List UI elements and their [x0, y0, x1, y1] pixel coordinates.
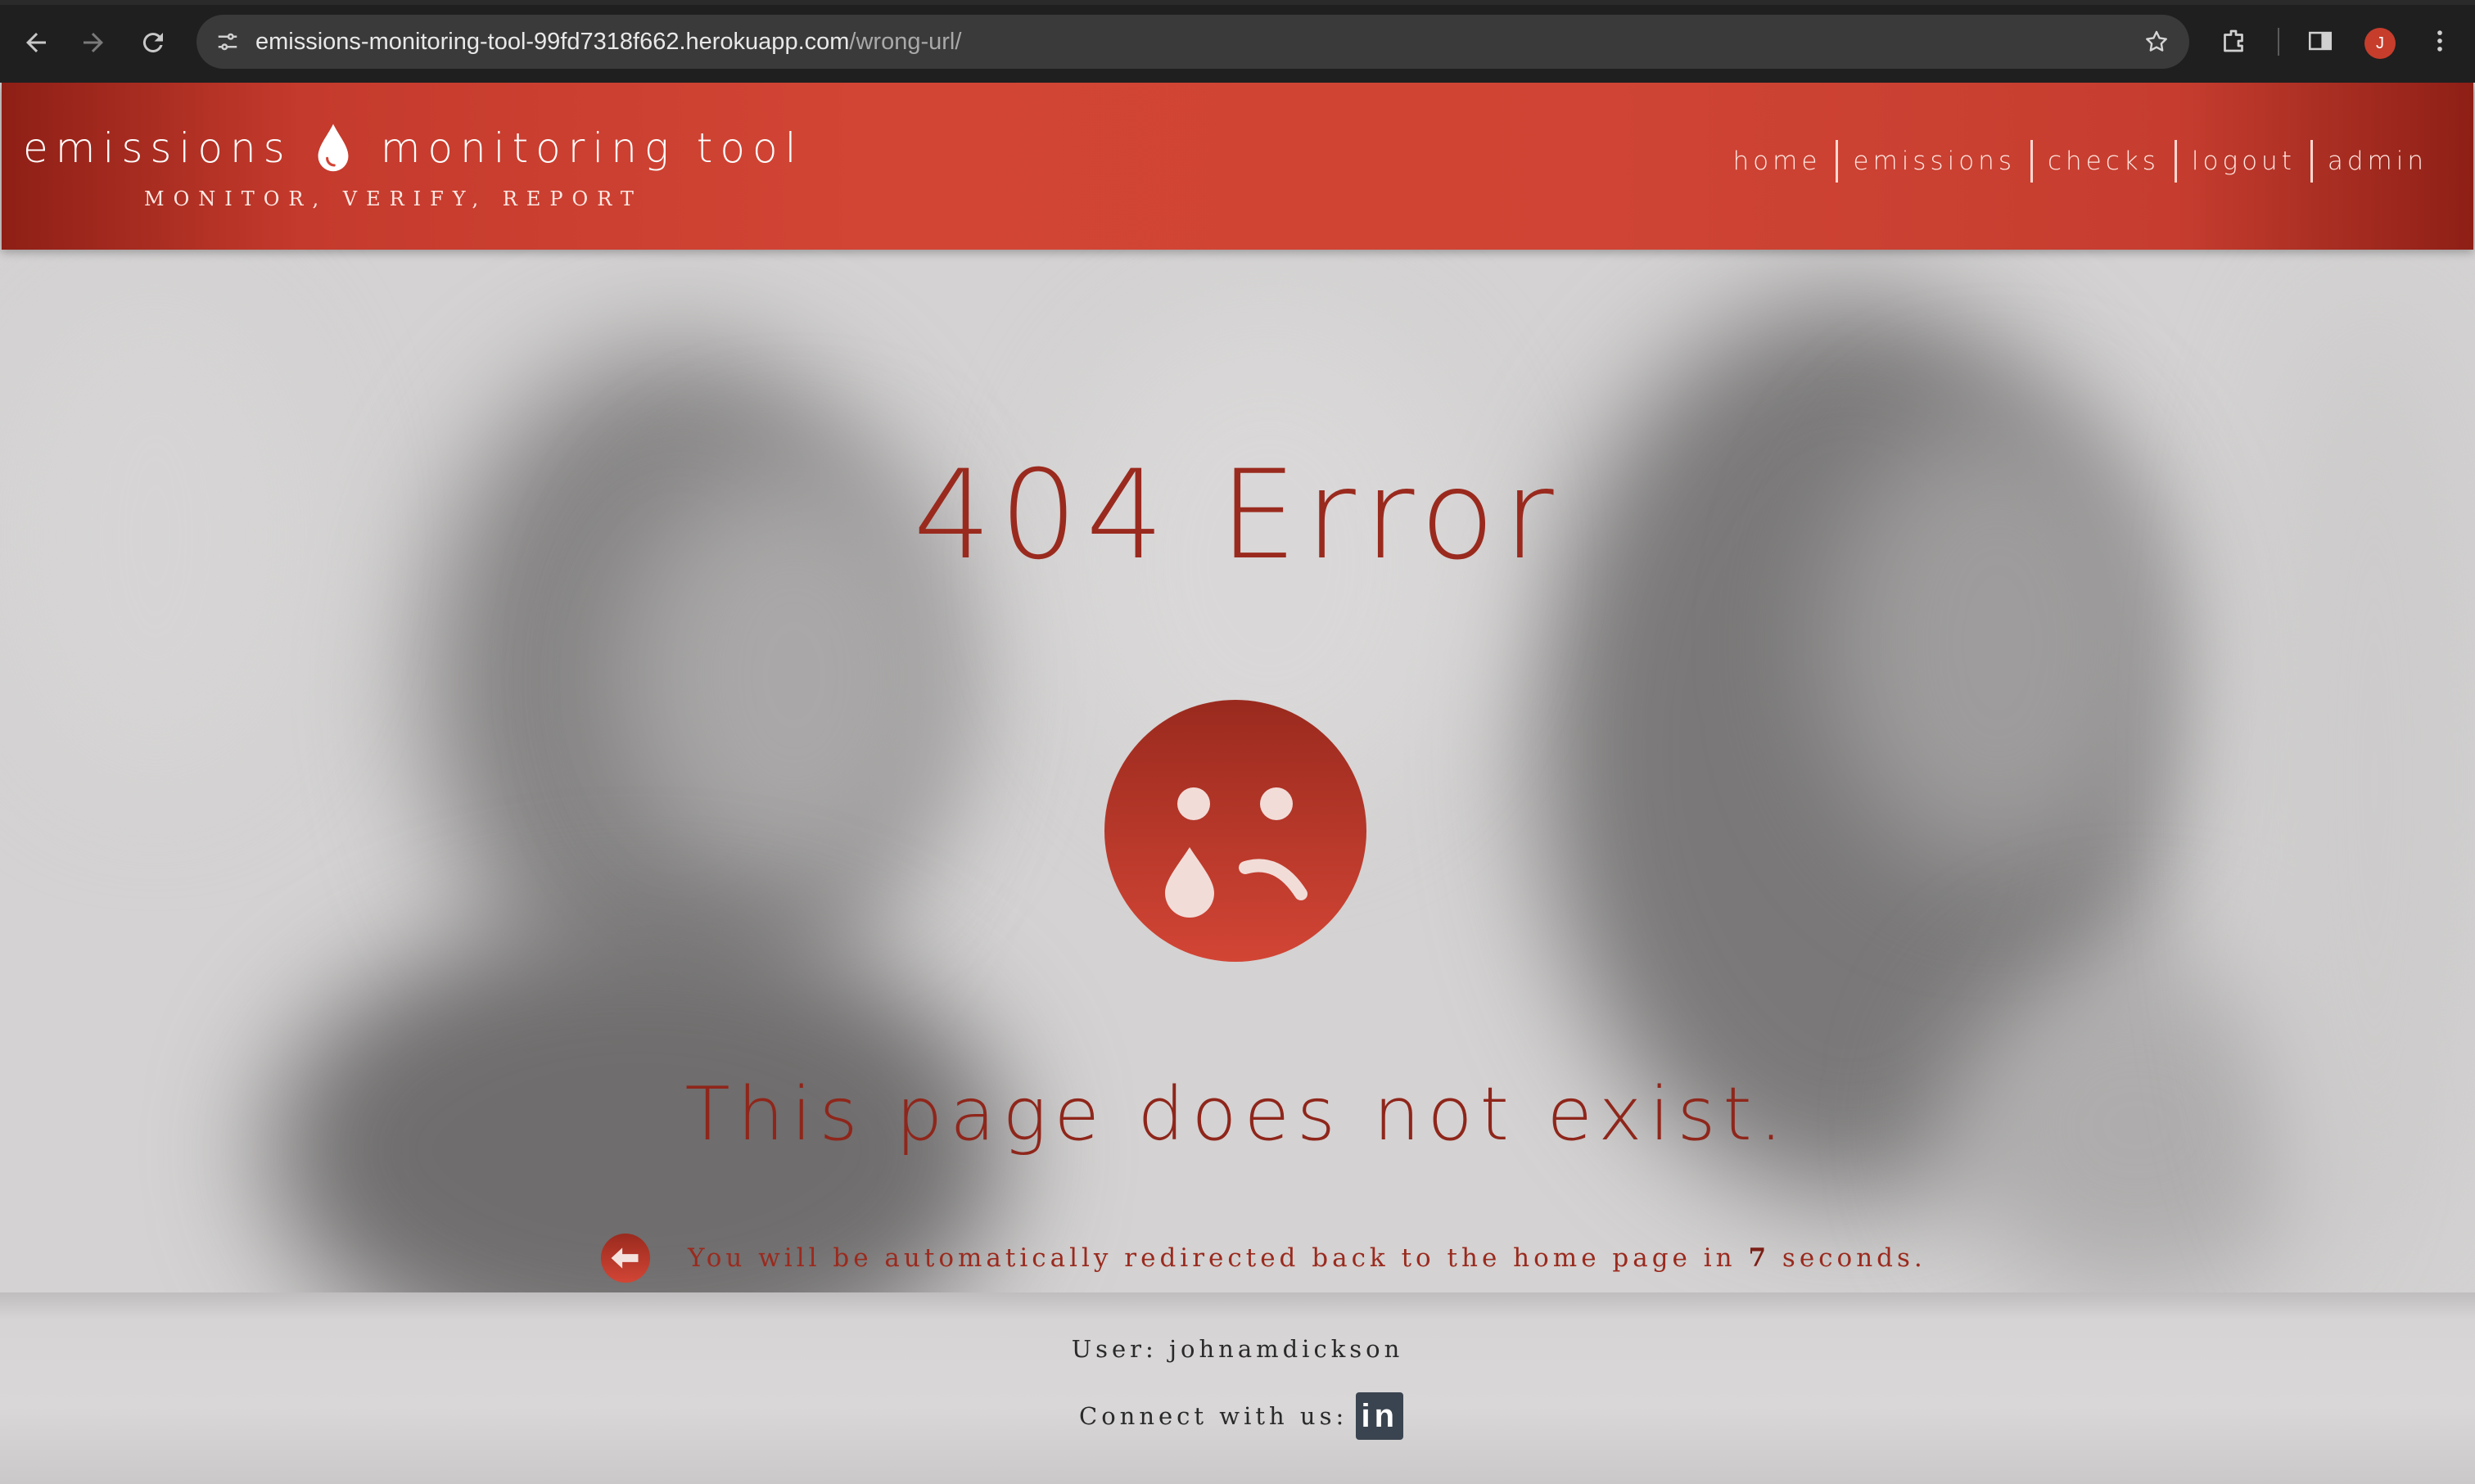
extensions-icon[interactable] — [2211, 18, 2256, 64]
page-viewport: emissions monitoring tool MONITOR, VERIF… — [0, 83, 2475, 1484]
url-host: emissions-monitoring-tool-99fd7318f662.h… — [255, 29, 850, 55]
tab-strip-edge — [0, 0, 2475, 5]
site-footer: User: johnamdickson Connect with us: in — [0, 1292, 2475, 1484]
redirect-text-after: seconds. — [1770, 1243, 1926, 1273]
error-content: 404 Error This page does not exist. You … — [0, 250, 2475, 1376]
footer-user: User: johnamdickson — [1071, 1335, 1404, 1363]
error-message: This page does not exist. — [684, 1071, 1791, 1157]
circle-arrow-left-icon[interactable] — [600, 1233, 651, 1283]
nav-emissions[interactable]: emissions — [1838, 140, 2030, 183]
nav-logout[interactable]: logout — [2177, 140, 2310, 183]
droplet-logo-icon — [310, 120, 356, 177]
site-header: emissions monitoring tool MONITOR, VERIF… — [2, 83, 2473, 250]
crying-face-icon — [1104, 700, 1366, 962]
forward-button[interactable] — [69, 18, 118, 67]
site-brand[interactable]: emissions monitoring tool — [23, 115, 803, 181]
back-button[interactable] — [11, 18, 61, 67]
footer-connect: Connect with us: in — [1079, 1392, 1404, 1440]
url-path: /wrong-url/ — [849, 29, 962, 55]
menu-kebab-icon[interactable] — [2417, 18, 2463, 64]
error-title: 404 Error — [913, 444, 1562, 587]
side-panel-icon[interactable] — [2297, 18, 2343, 64]
arrow-right-icon — [84, 33, 103, 52]
profile-avatar[interactable]: J — [2364, 28, 2396, 59]
toolbar-separator — [2278, 28, 2279, 56]
redirect-countdown: 7 — [1748, 1243, 1771, 1273]
nav-checks[interactable]: checks — [2033, 140, 2175, 183]
brand-text-left: emissions — [23, 124, 292, 172]
linkedin-icon[interactable]: in — [1356, 1392, 1404, 1440]
redirect-text: You will be automatically redirected bac… — [688, 1243, 1926, 1273]
site-info-icon[interactable] — [211, 25, 244, 58]
reload-icon — [142, 33, 163, 53]
browser-toolbar: emissions-monitoring-tool-99fd7318f662.h… — [0, 0, 2475, 83]
nav-admin[interactable]: admin — [2313, 140, 2442, 183]
connect-label: Connect with us: — [1079, 1402, 1348, 1430]
reload-button[interactable] — [129, 18, 178, 67]
url-text: emissions-monitoring-tool-99fd7318f662.h… — [255, 15, 961, 69]
address-bar[interactable]: emissions-monitoring-tool-99fd7318f662.h… — [196, 15, 2189, 69]
main-nav: home emissions checks logout admin — [1718, 140, 2442, 183]
redirect-notice: You will be automatically redirected bac… — [600, 1232, 1926, 1284]
bookmark-star-icon[interactable] — [2140, 25, 2173, 58]
brand-text-right: monitoring tool — [380, 124, 804, 172]
redirect-text-before: You will be automatically redirected bac… — [688, 1243, 1749, 1273]
nav-home[interactable]: home — [1718, 140, 1836, 183]
arrow-left-icon — [26, 33, 46, 52]
site-tagline: MONITOR, VERIFY, REPORT — [144, 187, 643, 210]
